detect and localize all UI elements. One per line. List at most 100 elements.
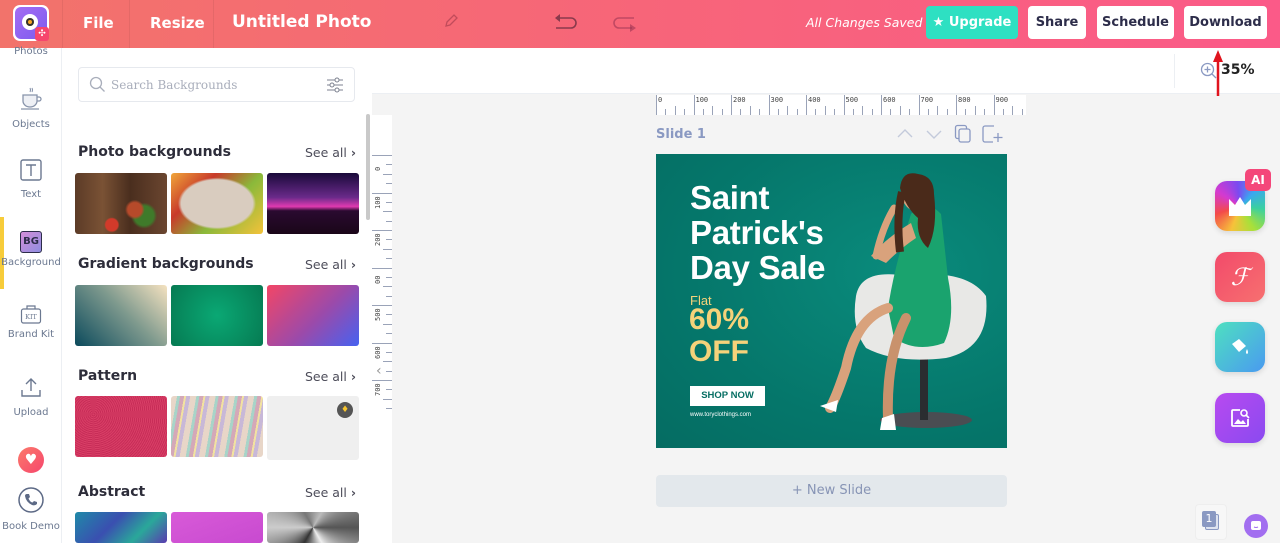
undo-icon[interactable]	[552, 11, 578, 37]
ruler-tick	[721, 109, 723, 115]
bg-thumb-leaves-frame[interactable]	[171, 173, 263, 234]
top-bar: ✣ File Resize Untitled Photo All Changes…	[0, 0, 1280, 48]
ruler-tick	[372, 192, 392, 194]
share-button[interactable]: Share	[1028, 6, 1086, 39]
bg-icon: BG	[20, 231, 42, 253]
ruler-tick	[824, 106, 826, 115]
ruler-tick	[372, 230, 392, 231]
rail-item-background[interactable]: BG Background	[0, 231, 62, 268]
rail-label: Upload	[13, 407, 49, 418]
ruler-tick	[852, 109, 854, 115]
rail-item-objects[interactable]: Objects	[0, 86, 62, 130]
ruler-tick	[386, 239, 392, 241]
document-title[interactable]: Untitled Photo	[232, 12, 371, 32]
brand-kit-icon: KIT	[20, 303, 42, 325]
duplicate-slide-icon[interactable]	[954, 124, 972, 148]
image-search-app[interactable]	[1215, 393, 1265, 443]
chevron-right-icon: ›	[350, 369, 356, 384]
ruler-tick	[890, 109, 892, 115]
search-backgrounds-input[interactable]: Search Backgrounds	[78, 67, 355, 102]
backgrounds-panel: Search Backgrounds Photo backgrounds See…	[62, 48, 372, 543]
see-all-label: See all	[304, 145, 347, 160]
panel-scrollbar[interactable]	[366, 114, 370, 220]
app-logo[interactable]: ✣	[13, 5, 49, 41]
filter-icon[interactable]	[326, 76, 344, 98]
move-slide-up-icon[interactable]	[896, 126, 914, 146]
bg-thumb-white-texture[interactable]: ♦	[267, 396, 359, 460]
bg-thumb-blue-abstract[interactable]	[75, 512, 167, 543]
pages-button[interactable]: 1	[1195, 504, 1227, 540]
ruler-tick-label: 200	[374, 233, 382, 246]
see-all-gradient[interactable]: See all ›	[305, 257, 356, 272]
resize-menu[interactable]: Resize	[150, 14, 205, 32]
vertical-ruler: ‹ 0 100 200 00 500 600 700	[372, 115, 392, 543]
bg-thumb-green[interactable]	[171, 285, 263, 346]
slide-canvas[interactable]: Saint Patrick's Day Sale Flat 60% OFF SH…	[656, 154, 1007, 448]
bg-thumb-magenta[interactable]	[171, 512, 263, 543]
ruler-tick-label: 600	[374, 345, 382, 359]
download-button[interactable]: Download	[1184, 6, 1267, 39]
discount-text[interactable]: 60% OFF	[689, 304, 749, 368]
move-slide-down-icon[interactable]	[925, 126, 943, 146]
rail-item-upload[interactable]: Upload	[0, 376, 62, 418]
bg-thumb-food-wood[interactable]	[75, 173, 167, 234]
bg-thumb-pink-glitter[interactable]	[75, 396, 167, 457]
ruler-tick	[787, 106, 789, 115]
upgrade-label: Upgrade	[948, 15, 1012, 30]
zoom-level[interactable]: 35%	[1221, 62, 1255, 78]
see-all-photo[interactable]: See all ›	[305, 145, 356, 160]
see-all-label: See all	[304, 485, 347, 500]
search-icon	[89, 76, 106, 97]
file-menu[interactable]: File	[83, 14, 114, 32]
bg-thumb-sunset[interactable]	[267, 173, 359, 234]
rail-item-text[interactable]: Text	[0, 158, 62, 200]
search-placeholder: Search Backgrounds	[111, 78, 238, 92]
ruler-tick	[740, 109, 742, 115]
ruler-tick	[383, 286, 392, 288]
ruler-tick-label: 100	[374, 195, 382, 209]
headline-line: Patrick's	[690, 214, 824, 251]
rail-label: Objects	[12, 119, 50, 130]
discount-line: 60%	[689, 303, 750, 336]
new-slide-button[interactable]: + New Slide	[656, 475, 1007, 507]
paint-bucket-app[interactable]	[1215, 322, 1265, 372]
see-all-pattern[interactable]: See all ›	[305, 369, 356, 384]
bg-thumb-teal-cream[interactable]	[75, 285, 167, 346]
rail-item-book-demo[interactable]: Book Demo	[0, 486, 62, 532]
website-url[interactable]: www.toryclothings.com	[690, 412, 751, 418]
ruler-tick	[909, 109, 911, 115]
bg-thumb-geometric[interactable]	[267, 512, 359, 543]
chevron-right-icon: ›	[350, 257, 356, 272]
bg-thumb-pink-blue[interactable]	[267, 285, 359, 346]
headline-text[interactable]: Saint Patrick's Day Sale	[690, 180, 826, 285]
ruler-tick	[383, 361, 392, 363]
see-all-abstract[interactable]: See all ›	[305, 485, 356, 500]
redo-icon[interactable]	[612, 11, 638, 39]
ruler-tick	[372, 267, 392, 269]
magic-ai-app[interactable]: AI	[1215, 169, 1271, 231]
pencil-icon[interactable]	[443, 13, 459, 33]
magic-write-icon	[1229, 197, 1251, 216]
shop-now-button[interactable]: SHOP NOW	[690, 386, 765, 406]
ruler-tick-label: 00	[374, 275, 382, 284]
add-slide-icon[interactable]	[981, 124, 1003, 148]
font-app[interactable]: ℱ	[1215, 252, 1265, 302]
upgrade-button[interactable]: ★ Upgrade	[926, 6, 1018, 39]
rail-item-photos[interactable]: Photos	[0, 46, 62, 57]
rail-item-brand-kit[interactable]: KIT Brand Kit	[0, 303, 62, 340]
ruler-tick	[731, 95, 732, 115]
ruler-tick	[383, 211, 392, 213]
rail-item-favorites[interactable]: ♥	[0, 447, 62, 473]
ruler-tick-label: 0	[374, 166, 382, 171]
horizontal-ruler: 0 100 200 300 400 500 600 700 800 900	[656, 95, 1026, 115]
ruler-tick-label: 700	[920, 96, 934, 104]
model-photo[interactable]	[816, 168, 1006, 448]
collapse-panel-chevron-icon[interactable]: ‹	[376, 363, 382, 379]
star-icon: ★	[932, 15, 945, 30]
bg-thumb-watercolor[interactable]	[171, 396, 263, 457]
section-title-pattern: Pattern	[78, 368, 138, 384]
chat-button[interactable]	[1244, 514, 1268, 538]
left-rail: Photos Objects Text BG Background KIT Br…	[0, 46, 62, 543]
divider	[62, 0, 63, 48]
schedule-button[interactable]: Schedule	[1097, 6, 1174, 39]
